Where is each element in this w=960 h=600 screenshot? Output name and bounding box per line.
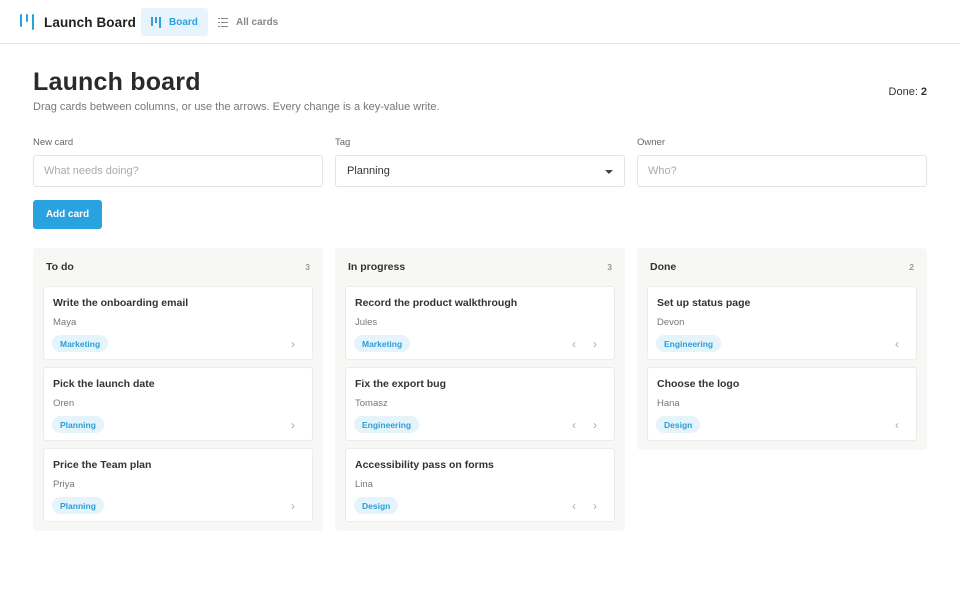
card[interactable]: Set up status page Devon Engineering ‹	[647, 286, 917, 360]
card[interactable]: Price the Team plan Priya Planning ›	[43, 448, 313, 522]
chevron-right-icon[interactable]: ›	[590, 338, 600, 350]
card-title: Pick the launch date	[53, 378, 155, 390]
list-icon	[218, 17, 228, 27]
caret-down-icon	[605, 170, 613, 174]
chevron-right-icon[interactable]: ›	[288, 500, 298, 512]
card[interactable]: Accessibility pass on forms Lina Design …	[345, 448, 615, 522]
card-title: Set up status page	[657, 297, 751, 309]
chevron-left-icon[interactable]: ‹	[569, 419, 579, 431]
column-count: 2	[909, 262, 914, 272]
card-tag: Engineering	[354, 416, 420, 433]
card[interactable]: Record the product walkthrough Jules Mar…	[345, 286, 615, 360]
app-title: Launch Board	[44, 14, 136, 30]
column-title: To do	[46, 261, 74, 273]
nav-tab-all-cards[interactable]: All cards	[208, 8, 288, 36]
card-tag: Marketing	[354, 335, 411, 352]
chevron-right-icon[interactable]: ›	[288, 338, 298, 350]
card-owner: Jules	[355, 317, 378, 328]
card[interactable]: Write the onboarding email Maya Marketin…	[43, 286, 313, 360]
chevron-right-icon[interactable]: ›	[288, 419, 298, 431]
card-tag: Design	[656, 416, 701, 433]
page-subtitle: Drag cards between columns, or use the a…	[33, 101, 440, 113]
chevron-left-icon[interactable]: ‹	[892, 338, 902, 350]
card-title: Choose the logo	[657, 378, 740, 390]
chevron-right-icon[interactable]: ›	[590, 500, 600, 512]
nav-tab-label: All cards	[236, 16, 279, 28]
card-tag: Planning	[52, 497, 104, 514]
card-tag: Engineering	[656, 335, 722, 352]
done-counter: Done: 2	[889, 86, 927, 98]
new-card-input[interactable]	[34, 156, 322, 186]
column-header: In progress 3	[345, 248, 615, 286]
column-todo: To do 3 Write the onboarding email Maya …	[33, 248, 323, 531]
chevron-left-icon[interactable]: ‹	[569, 338, 579, 350]
card-owner: Oren	[53, 398, 75, 409]
chevron-left-icon[interactable]: ‹	[892, 419, 902, 431]
column-in-progress: In progress 3 Record the product walkthr…	[335, 248, 625, 531]
brand[interactable]: Launch Board	[20, 8, 136, 36]
column-title: Done	[650, 261, 677, 273]
chevron-left-icon[interactable]: ‹	[569, 500, 579, 512]
top-nav: Launch Board Board All cards	[0, 0, 960, 44]
chevron-right-icon[interactable]: ›	[590, 419, 600, 431]
add-card-button[interactable]: Add card	[33, 200, 102, 229]
card-title: Price the Team plan	[53, 459, 152, 471]
card-owner: Devon	[657, 317, 685, 328]
column-title: In progress	[348, 261, 406, 273]
card[interactable]: Pick the launch date Oren Planning ›	[43, 367, 313, 441]
card[interactable]: Choose the logo Hana Design ‹	[647, 367, 917, 441]
tag-select[interactable]: Planning	[335, 155, 625, 187]
card-title: Record the product walkthrough	[355, 297, 518, 309]
card-title: Fix the export bug	[355, 378, 447, 390]
new-card-field[interactable]	[33, 155, 323, 187]
done-counter-value: 2	[920, 86, 927, 98]
card-title: Accessibility pass on forms	[355, 459, 494, 471]
column-header: To do 3	[43, 248, 313, 286]
card-owner: Priya	[53, 479, 75, 490]
column-count: 3	[607, 262, 612, 272]
board-logo-icon	[20, 14, 34, 30]
card-owner: Tomasz	[355, 398, 388, 409]
card-title: Write the onboarding email	[53, 297, 189, 309]
nav-tab-label: Board	[169, 16, 198, 28]
card-owner: Hana	[657, 398, 680, 409]
card-tag: Marketing	[52, 335, 109, 352]
board-icon	[151, 16, 161, 28]
page-title: Launch board	[33, 68, 201, 96]
tag-label: Tag	[335, 137, 351, 148]
card[interactable]: Fix the export bug Tomasz Engineering ‹ …	[345, 367, 615, 441]
card-owner: Maya	[53, 317, 77, 328]
owner-input[interactable]	[638, 156, 926, 186]
column-header: Done 2	[647, 248, 917, 286]
new-card-label: New card	[33, 137, 74, 148]
card-tag: Planning	[52, 416, 104, 433]
done-counter-label: Done:	[888, 86, 918, 98]
column-done: Done 2 Set up status page Devon Engineer…	[637, 248, 927, 450]
column-count: 3	[305, 262, 310, 272]
nav-tab-board[interactable]: Board	[141, 8, 208, 36]
owner-label: Owner	[637, 137, 665, 148]
card-tag: Design	[354, 497, 399, 514]
tag-select-value: Planning	[347, 165, 390, 177]
card-owner: Lina	[355, 479, 373, 490]
owner-field[interactable]	[637, 155, 927, 187]
